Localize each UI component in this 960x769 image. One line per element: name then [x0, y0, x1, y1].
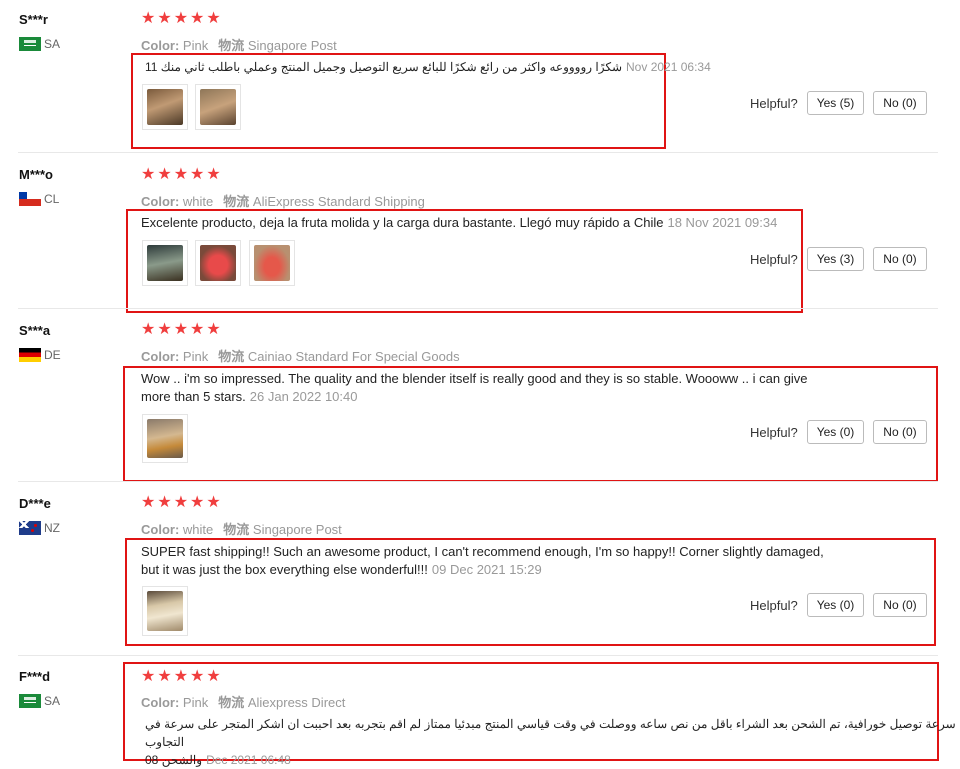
helpful-vote: Helpful? Yes (0) No (0) [750, 420, 927, 444]
review-text: Wow .. i'm so impressed. The quality and… [141, 370, 808, 406]
helpful-label: Helpful? [750, 95, 798, 111]
reviewer-name: M***o [19, 167, 53, 182]
shipping-label: 物流 [223, 522, 250, 537]
helpful-vote: Helpful? Yes (5) No (0) [750, 91, 927, 115]
shipping-value: Aliexpress Direct [247, 695, 346, 710]
review-body-line: والشحن 08 Dec 2021 06:48 [145, 753, 291, 767]
helpful-no-button[interactable]: No (0) [873, 593, 927, 617]
color-value: Pink [182, 38, 209, 53]
review-attributes: Color: Pink 物流 Singapore Post [141, 35, 337, 54]
divider [18, 152, 938, 153]
review-body: Excelente producto, deja la fruta molida… [141, 215, 664, 230]
review-text: Excelente producto, deja la fruta molida… [141, 214, 777, 232]
color-label: Color: [141, 695, 180, 710]
review-date: Nov 2021 06:34 [626, 60, 711, 74]
review-photo[interactable] [142, 414, 188, 463]
review-attributes: Color: white 物流 Singapore Post [141, 519, 342, 538]
color-value: Pink [182, 349, 209, 364]
country-code: DE [44, 348, 61, 362]
shipping-value: AliExpress Standard Shipping [252, 194, 425, 209]
review-photo[interactable] [142, 240, 188, 286]
divider [18, 308, 938, 309]
review-text: شكرًا رووووعه واكثر من رائع شكرًا للبائع… [145, 58, 711, 76]
helpful-label: Helpful? [750, 597, 798, 613]
reviewer-country: SA [19, 37, 60, 51]
shipping-label: 物流 [218, 38, 245, 53]
review-date: 09 Dec 2021 15:29 [431, 562, 542, 577]
new-zealand-flag-icon [19, 521, 41, 535]
review-date: 18 Nov 2021 09:34 [667, 215, 778, 230]
reviewer-country: CL [19, 192, 59, 206]
helpful-label: Helpful? [750, 251, 798, 267]
chile-flag-icon [19, 192, 41, 206]
review-photo[interactable] [249, 240, 295, 286]
shipping-value: Cainiao Standard For Special Goods [247, 349, 460, 364]
helpful-no-button[interactable]: No (0) [873, 247, 927, 271]
review-photo[interactable] [142, 586, 188, 636]
country-code: SA [44, 694, 61, 708]
helpful-yes-button[interactable]: Yes (0) [806, 420, 865, 444]
review-body: شكرًا رووووعه واكثر من رائع شكرًا للبائع… [145, 60, 623, 74]
helpful-vote: Helpful? Yes (3) No (0) [750, 247, 927, 271]
color-value: Pink [182, 695, 209, 710]
review-photo[interactable] [195, 240, 241, 286]
reviewer-name: F***d [19, 669, 51, 684]
helpful-vote: Helpful? Yes (0) No (0) [750, 593, 927, 617]
helpful-yes-button[interactable]: Yes (3) [806, 247, 865, 271]
star-rating: ★★★★★ [141, 166, 223, 183]
reviewer-country: DE [19, 348, 61, 362]
reviewer-country: NZ [19, 521, 60, 535]
helpful-yes-button[interactable]: Yes (5) [806, 91, 865, 115]
divider [18, 655, 938, 656]
star-rating: ★★★★★ [141, 494, 223, 511]
review-body-line: but it was just the box everything else … [141, 562, 542, 577]
color-label: Color: [141, 349, 180, 364]
color-value: white [182, 522, 214, 537]
review-body-line: more than 5 stars. 26 Jan 2022 10:40 [141, 389, 358, 404]
divider [18, 481, 938, 482]
helpful-label: Helpful? [750, 424, 798, 440]
shipping-label: 物流 [223, 194, 250, 209]
review-attributes: Color: Pink 物流 Aliexpress Direct [141, 692, 345, 711]
helpful-yes-button[interactable]: Yes (0) [806, 593, 865, 617]
review-date: 26 Jan 2022 10:40 [249, 389, 358, 404]
reviewer-name: S***r [19, 12, 48, 27]
saudi-flag-icon [19, 694, 41, 708]
helpful-no-button[interactable]: No (0) [873, 91, 927, 115]
color-label: Color: [141, 194, 180, 209]
review-date: Dec 2021 06:48 [206, 753, 291, 767]
color-label: Color: [141, 522, 180, 537]
germany-flag-icon [19, 348, 41, 362]
review-body-line: SUPER fast shipping!! Such an awesome pr… [141, 544, 824, 559]
helpful-no-button[interactable]: No (0) [873, 420, 927, 444]
saudi-flag-icon [19, 37, 41, 51]
review-body-line: Wow .. i'm so impressed. The quality and… [141, 371, 808, 386]
country-code: CL [44, 192, 60, 206]
shipping-value: Singapore Post [247, 38, 337, 53]
review-body-line: سرعة توصيل خورافية، تم الشحن بعد الشراء … [145, 717, 956, 749]
reviewer-country: SA [19, 694, 60, 708]
review-text: سرعة توصيل خورافية، تم الشحن بعد الشراء … [145, 715, 960, 769]
country-code: NZ [44, 521, 60, 535]
star-rating: ★★★★★ [141, 10, 223, 27]
reviewer-name: D***e [19, 496, 51, 511]
review-attributes: Color: Pink 物流 Cainiao Standard For Speci… [141, 346, 460, 365]
shipping-label: 物流 [218, 695, 245, 710]
review-attributes: Color: white 物流 AliExpress Standard Shipp… [141, 191, 425, 210]
reviewer-name: S***a [19, 323, 51, 338]
review-text: SUPER fast shipping!! Such an awesome pr… [141, 543, 824, 579]
review-photo[interactable] [142, 84, 188, 130]
star-rating: ★★★★★ [141, 321, 223, 338]
color-label: Color: [141, 38, 180, 53]
shipping-label: 物流 [218, 349, 245, 364]
country-code: SA [44, 37, 61, 51]
review-photo[interactable] [195, 84, 241, 130]
color-value: white [182, 194, 214, 209]
shipping-value: Singapore Post [252, 522, 342, 537]
